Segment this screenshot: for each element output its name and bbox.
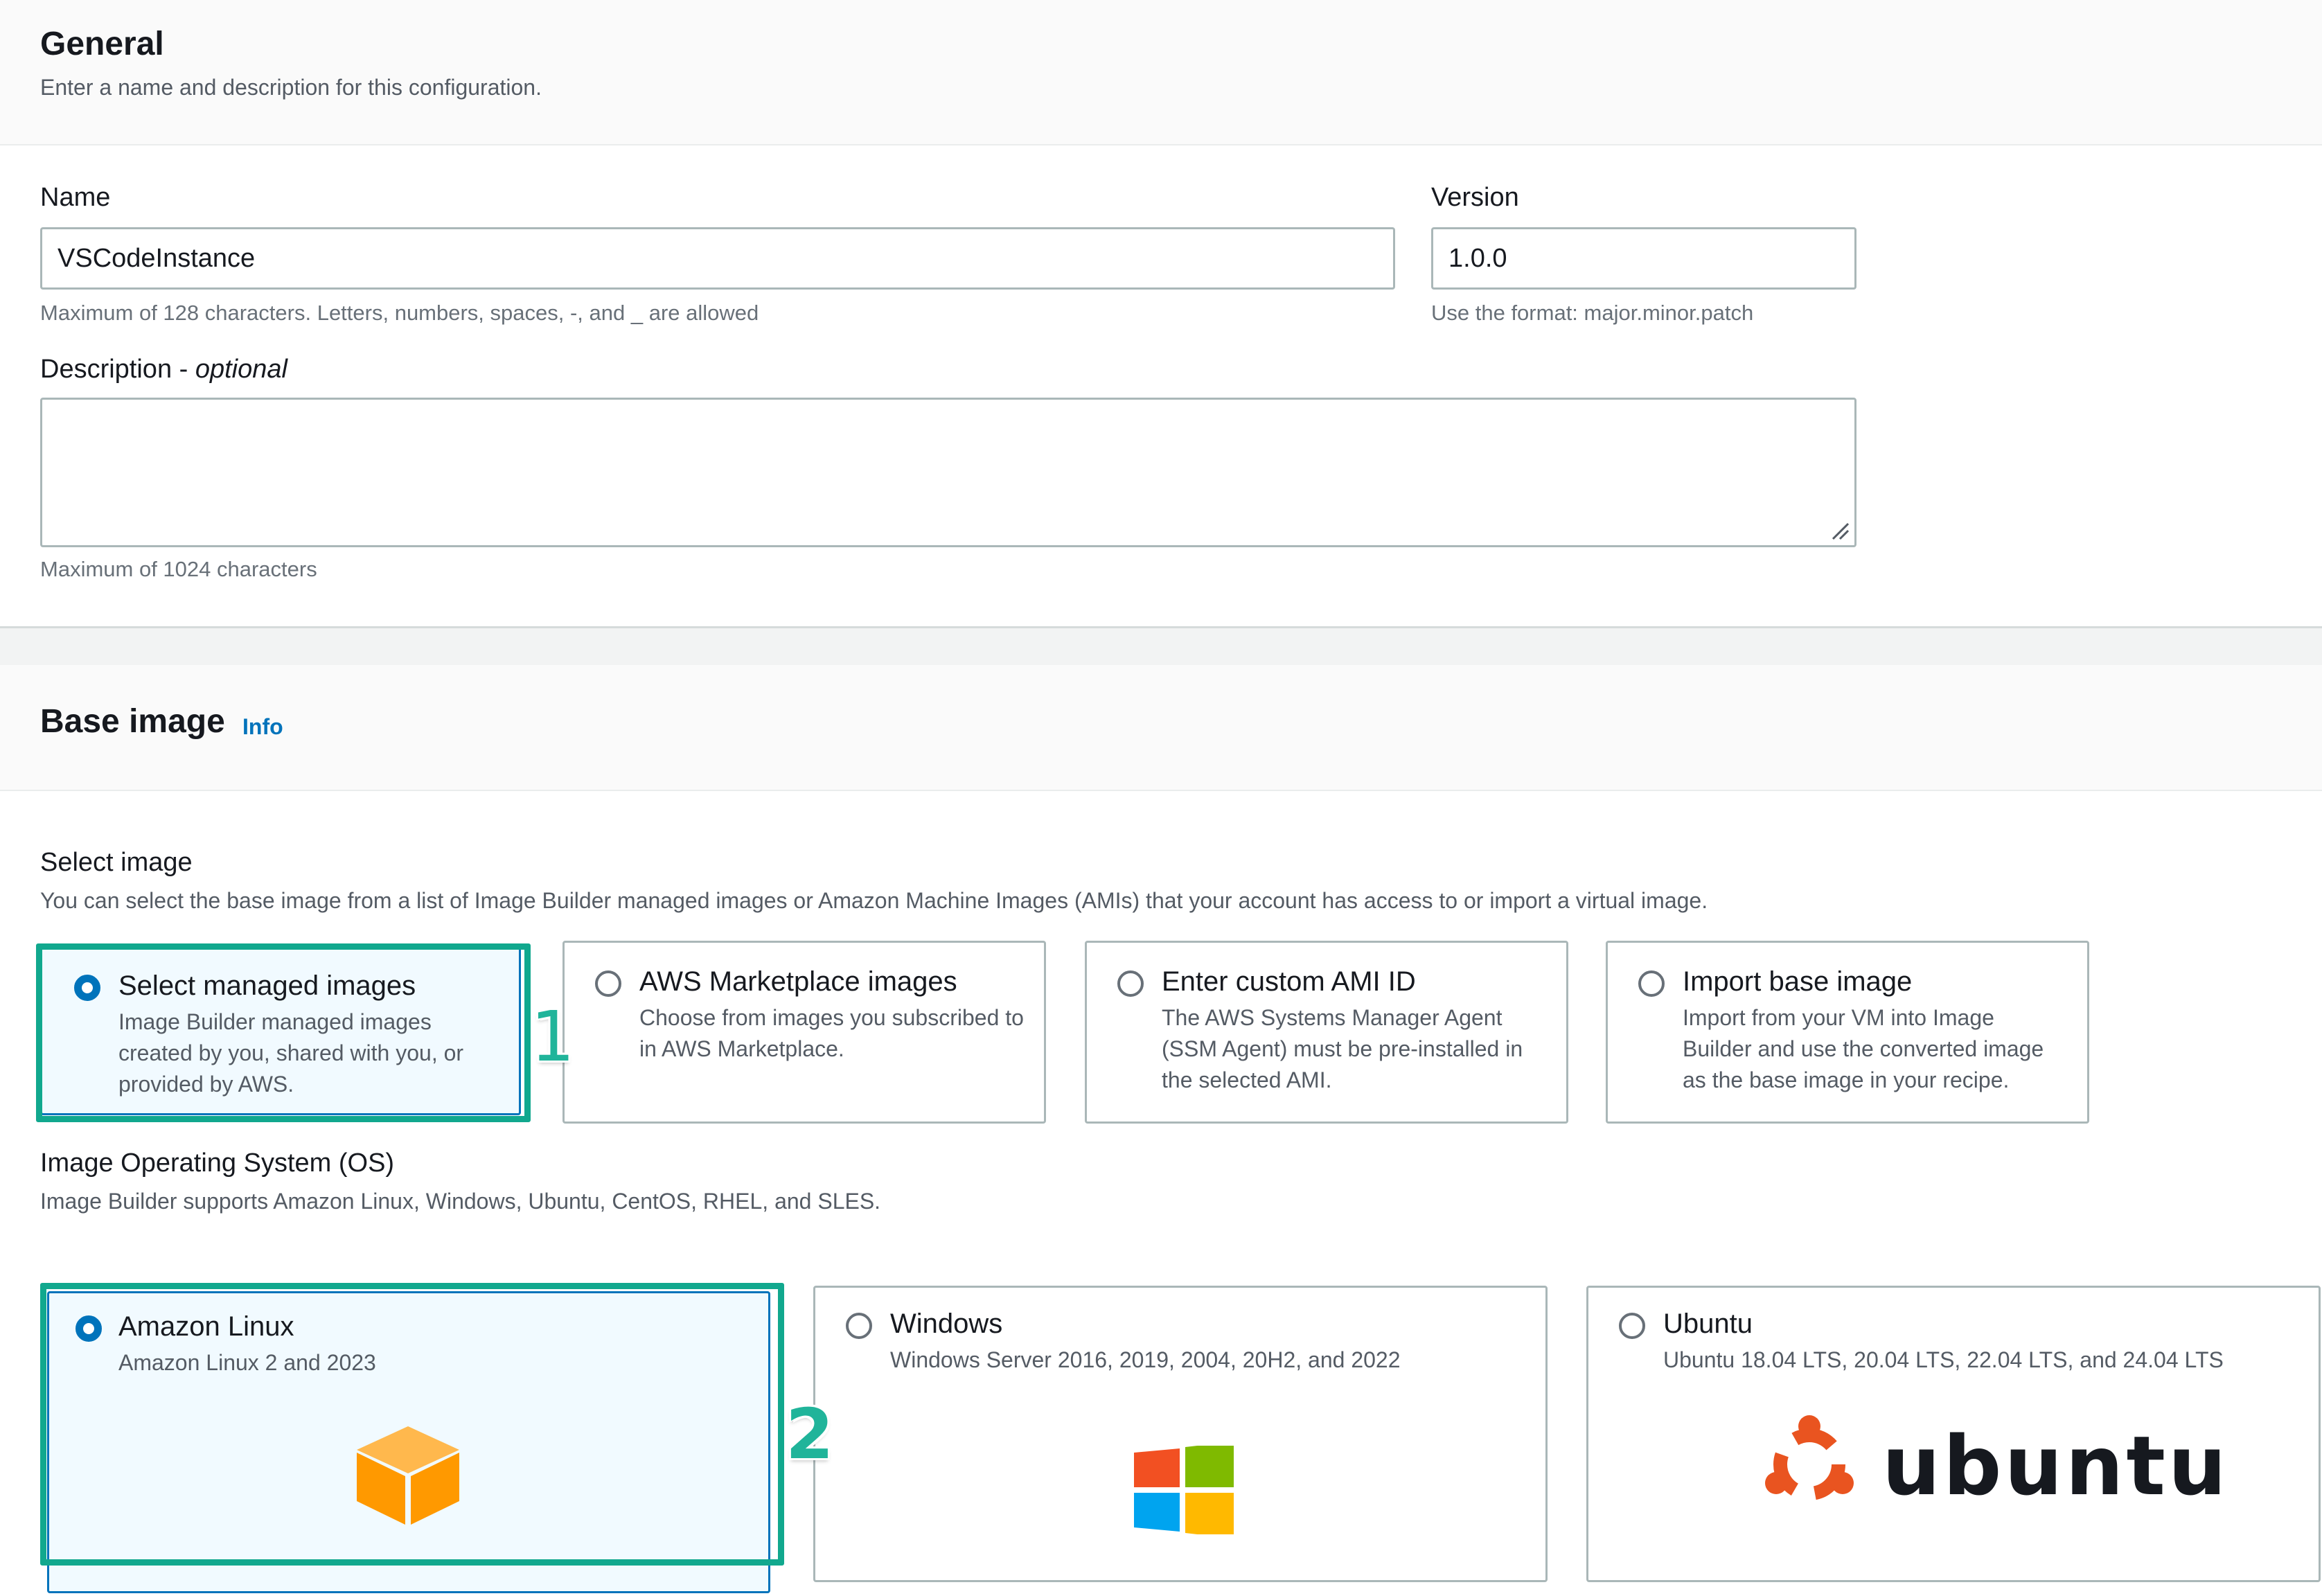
name-hint: Maximum of 128 characters. Letters, numb… <box>40 301 759 325</box>
radio-ubuntu[interactable] <box>1619 1313 1645 1339</box>
os-option-title: Ubuntu <box>1663 1309 1753 1339</box>
windows-logo-icon <box>1134 1446 1234 1534</box>
general-title: General <box>40 26 164 62</box>
radio-custom-ami[interactable] <box>1117 970 1144 997</box>
option-enter-custom-ami-id[interactable]: Enter custom AMI ID The AWS Systems Mana… <box>1085 941 1568 1124</box>
option-description: Choose from images you subscribed to in … <box>639 1005 1024 1061</box>
resize-handle-icon[interactable] <box>1830 521 1851 542</box>
ubuntu-logo-text: ubuntu <box>1882 1418 2229 1514</box>
os-label: Image Operating System (OS) <box>40 1149 395 1178</box>
option-aws-marketplace-images[interactable]: AWS Marketplace images Choose from image… <box>562 941 1046 1124</box>
highlight-box-1 <box>36 943 531 1122</box>
description-textarea[interactable] <box>40 398 1856 547</box>
radio-import-base-image[interactable] <box>1638 970 1665 997</box>
os-option-ubuntu[interactable]: Ubuntu Ubuntu 18.04 LTS, 20.04 LTS, 22.0… <box>1586 1286 2321 1582</box>
base-image-panel: Base image Info Select image You can sel… <box>0 665 2322 1596</box>
option-description: The AWS Systems Manager Agent (SSM Agent… <box>1162 1005 1523 1092</box>
base-image-title: Base image <box>40 703 225 740</box>
radio-marketplace-images[interactable] <box>595 970 621 997</box>
description-label: Description - optional <box>40 355 287 384</box>
annotation-number-2: 2 <box>786 1394 834 1475</box>
highlight-box-2 <box>40 1283 784 1566</box>
radio-windows[interactable] <box>846 1313 872 1339</box>
select-image-label: Select image <box>40 848 193 877</box>
info-link[interactable]: Info <box>242 714 283 740</box>
os-option-title: Windows <box>890 1309 1003 1339</box>
version-label: Version <box>1431 183 1519 212</box>
description-hint: Maximum of 1024 characters <box>40 557 317 581</box>
os-option-description: Ubuntu 18.04 LTS, 20.04 LTS, 22.04 LTS, … <box>1663 1347 2224 1372</box>
version-input[interactable]: 1.0.0 <box>1431 227 1856 290</box>
os-description: Image Builder supports Amazon Linux, Win… <box>40 1189 881 1214</box>
option-title: Enter custom AMI ID <box>1162 966 1416 997</box>
general-description: Enter a name and description for this co… <box>40 75 542 100</box>
option-description: Import from your VM into Image Builder a… <box>1683 1005 2044 1092</box>
general-header: General Enter a name and description for… <box>0 0 2322 145</box>
base-image-header: Base image Info <box>0 665 2322 791</box>
annotation-number-1: 1 <box>531 996 575 1077</box>
general-panel: General Enter a name and description for… <box>0 0 2322 628</box>
os-option-description: Windows Server 2016, 2019, 2004, 20H2, a… <box>890 1347 1401 1372</box>
description-label-text: Description - <box>40 355 195 384</box>
option-title: AWS Marketplace images <box>639 966 957 997</box>
name-label: Name <box>40 183 111 212</box>
ubuntu-logo-icon <box>1765 1415 1854 1500</box>
option-import-base-image[interactable]: Import base image Import from your VM in… <box>1606 941 2089 1124</box>
description-label-optional: optional <box>195 355 287 384</box>
version-hint: Use the format: major.minor.patch <box>1431 301 1754 325</box>
name-input[interactable]: VSCodeInstance <box>40 227 1395 290</box>
select-image-description: You can select the base image from a lis… <box>40 888 1708 913</box>
os-option-windows[interactable]: Windows Windows Server 2016, 2019, 2004,… <box>813 1286 1548 1582</box>
option-title: Import base image <box>1683 966 1913 997</box>
